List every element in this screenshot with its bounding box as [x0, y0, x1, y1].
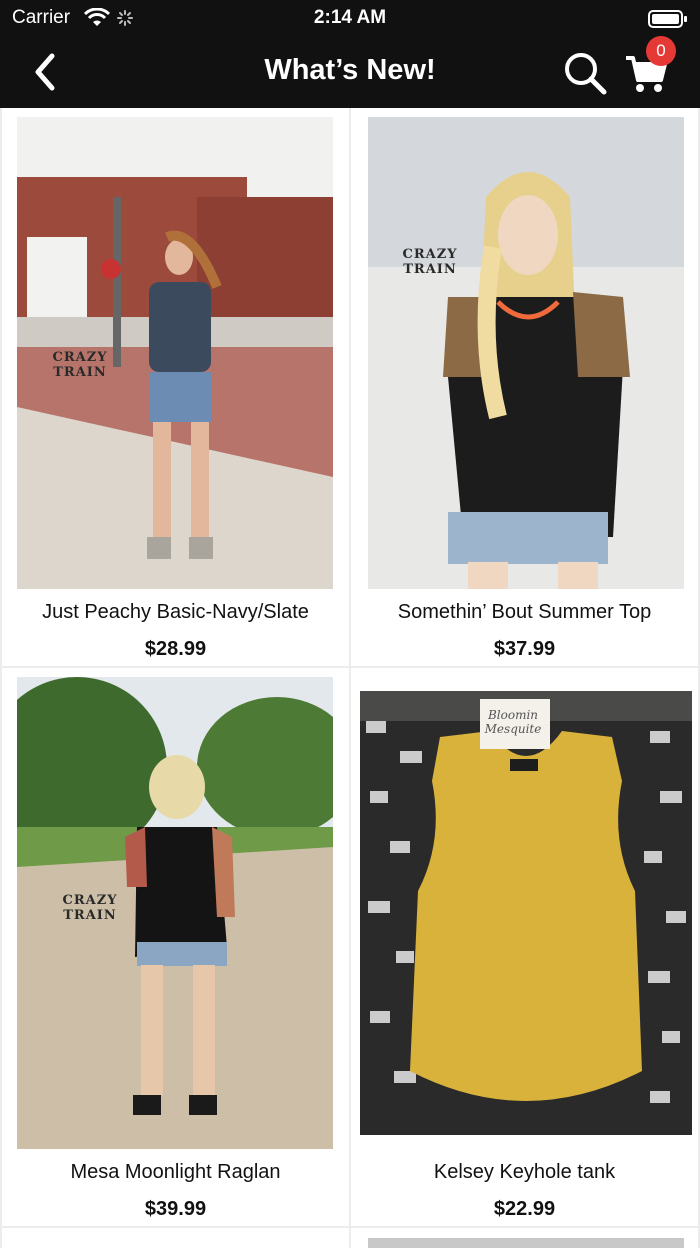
- navigation-bar: What’s New! 0: [0, 36, 700, 108]
- product-price: $39.99: [144, 1198, 207, 1220]
- product-price: $22.99: [493, 1198, 556, 1220]
- product-name[interactable]: Mesa Moonlight Raglan: [2, 1161, 349, 1184]
- product-image[interactable]: [368, 117, 684, 589]
- product-card-partial[interactable]: [351, 1228, 698, 1248]
- product-card[interactable]: Mesa Moonlight Raglan $39.99: [2, 668, 349, 1226]
- product-image[interactable]: [368, 1238, 684, 1248]
- product-name[interactable]: Just Peachy Basic-Navy/Slate: [2, 601, 349, 624]
- brand-watermark: CRAZY TRAIN: [52, 350, 108, 380]
- brand-watermark: CRAZY TRAIN: [62, 893, 118, 923]
- product-card[interactable]: Somethin’ Bout Summer Top $37.99: [351, 108, 698, 666]
- product-card-partial[interactable]: [2, 1228, 349, 1248]
- battery-icon: [648, 10, 687, 28]
- status-bar: Carrier 2:14 AM: [0, 0, 700, 36]
- product-card[interactable]: Just Peachy Basic-Navy/Slate $28.99: [2, 108, 349, 666]
- product-price: $37.99: [493, 638, 556, 660]
- search-icon[interactable]: [562, 50, 608, 96]
- brand-watermark: CRAZY TRAIN: [402, 247, 458, 277]
- product-name[interactable]: Somethin’ Bout Summer Top: [351, 601, 698, 624]
- product-name[interactable]: Kelsey Keyhole tank: [351, 1161, 698, 1184]
- cart-count-badge: 0: [646, 36, 676, 66]
- status-time: 2:14 AM: [313, 7, 387, 28]
- product-image[interactable]: [360, 691, 692, 1135]
- brand-watermark: Bloomin Mesquite: [484, 708, 542, 736]
- product-card[interactable]: Kelsey Keyhole tank $22.99: [351, 668, 698, 1226]
- product-price: $28.99: [144, 638, 207, 660]
